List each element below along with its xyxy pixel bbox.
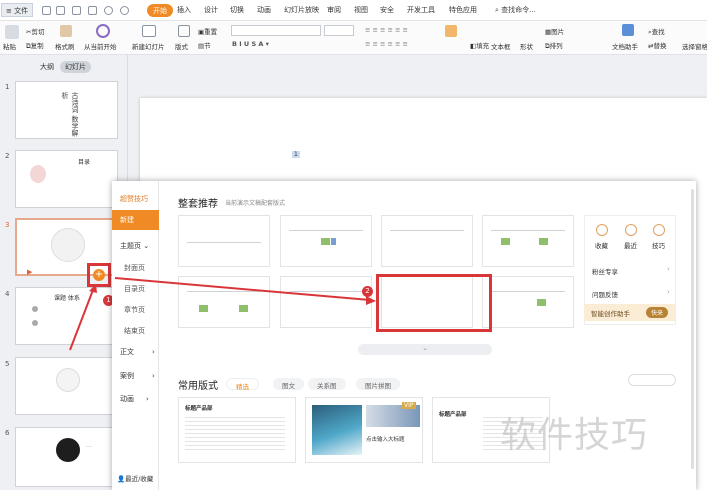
arrow-head (89, 284, 97, 293)
watermark-text: 软件技巧 (500, 415, 649, 456)
arrow-to-layout (114, 277, 371, 301)
arrow-head (366, 296, 376, 305)
arrow-to-plus (69, 289, 94, 351)
